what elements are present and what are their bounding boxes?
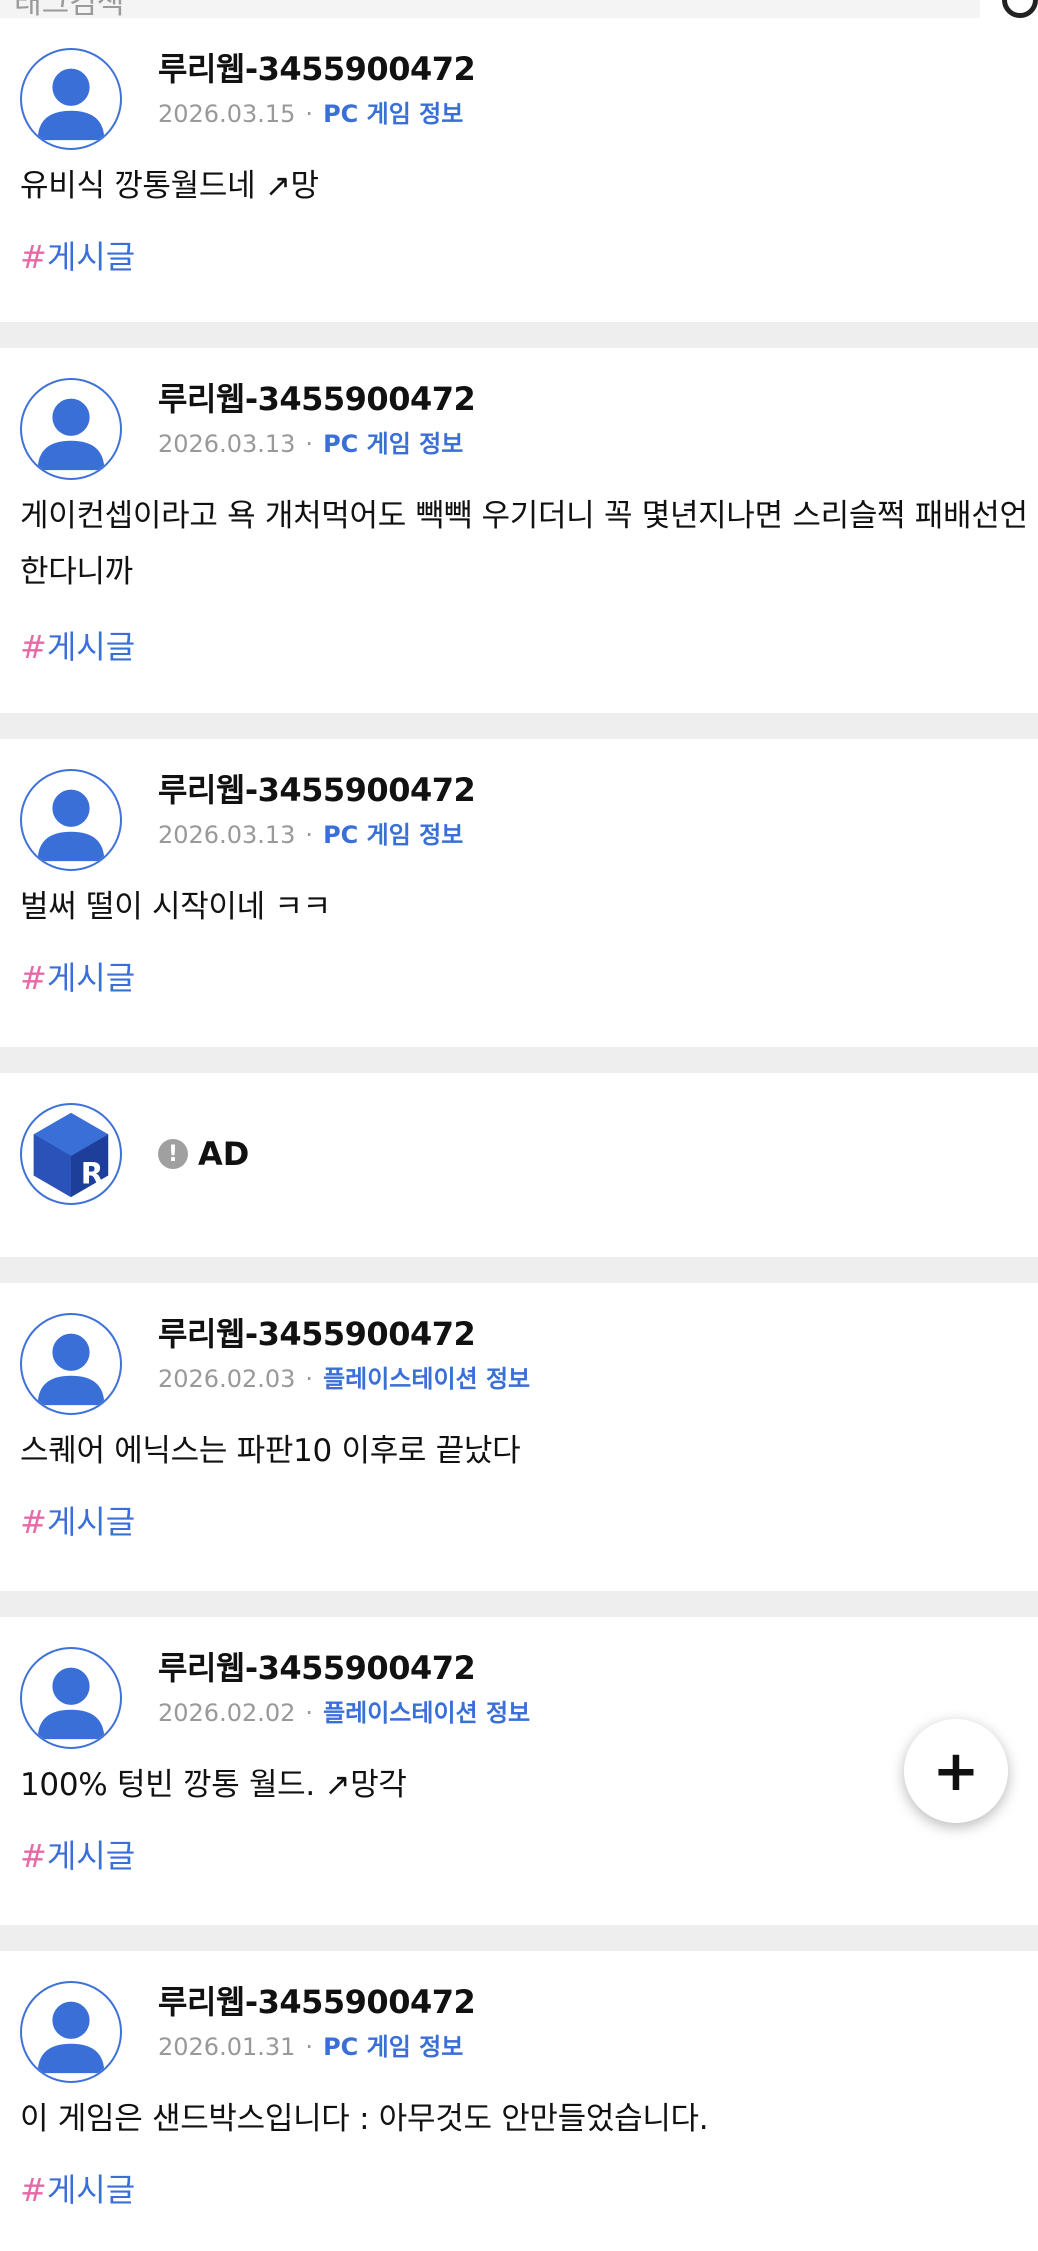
ad-label: AD — [198, 1135, 250, 1173]
post-meta: 2026.02.03 · 플레이스테이션 정보 — [158, 1359, 530, 1394]
post-tag[interactable]: #게시글 — [20, 2165, 135, 2211]
post-item[interactable]: 루리웹-3455900472 2026.03.13 · PC 게임 정보 게이컨셉이… — [0, 348, 1038, 739]
avatar[interactable] — [20, 1313, 122, 1415]
avatar[interactable] — [20, 1647, 122, 1749]
top-search-strip[interactable]: 태그검색 — [0, 0, 980, 18]
ad-logo[interactable]: R — [20, 1103, 122, 1205]
hash-symbol: # — [20, 2171, 47, 2209]
ad-badge: ! AD — [158, 1135, 249, 1173]
post-feed: 루리웹-3455900472 2026.03.15 · PC 게임 정보 유비식 깡… — [0, 18, 1038, 2251]
hash-symbol: # — [20, 959, 47, 997]
post-tag-label: 게시글 — [46, 1503, 136, 1541]
plus-icon: + — [932, 1738, 980, 1804]
post-tag[interactable]: #게시글 — [20, 622, 135, 668]
post-meta: 2026.01.31 · PC 게임 정보 — [158, 2027, 463, 2062]
post-tag[interactable]: #게시글 — [20, 232, 135, 278]
meta-separator: · — [305, 1365, 314, 1393]
meta-separator: · — [305, 1699, 314, 1727]
user-avatar-icon — [37, 2001, 105, 2074]
post-date: 2026.03.13 — [158, 821, 296, 849]
post-date: 2026.03.13 — [158, 430, 296, 458]
top-search-text: 태그검색 — [14, 0, 125, 18]
post-body[interactable]: 게이컨셉이라고 욕 개처먹어도 빽빽 우기더니 꼭 몇년지나면 스리슬쩍 패배선… — [20, 488, 1034, 600]
post-category[interactable]: PC 게임 정보 — [323, 2033, 463, 2061]
post-tag-label: 게시글 — [46, 959, 136, 997]
post-author[interactable]: 루리웹-3455900472 — [158, 1309, 476, 1355]
hash-symbol: # — [20, 1503, 47, 1541]
search-icon[interactable] — [1002, 0, 1038, 18]
alert-icon: ! — [158, 1139, 188, 1169]
meta-separator: · — [305, 2033, 314, 2061]
post-category[interactable]: PC 게임 정보 — [323, 821, 463, 849]
post-tag[interactable]: #게시글 — [20, 1497, 135, 1543]
user-avatar-icon — [37, 789, 105, 862]
post-meta: 2026.02.02 · 플레이스테이션 정보 — [158, 1693, 530, 1728]
post-category[interactable]: PC 게임 정보 — [323, 100, 463, 128]
ad-logo-letter: R — [81, 1156, 104, 1190]
post-tag-label: 게시글 — [46, 2171, 136, 2209]
post-author[interactable]: 루리웹-3455900472 — [158, 1643, 476, 1689]
post-tag[interactable]: #게시글 — [20, 953, 135, 999]
meta-separator: · — [305, 430, 314, 458]
post-meta: 2026.03.13 · PC 게임 정보 — [158, 424, 463, 459]
post-item[interactable]: 루리웹-3455900472 2026.01.31 · PC 게임 정보 이 게임은… — [0, 1951, 1038, 2251]
meta-separator: · — [305, 100, 314, 128]
ad-cube-logo-icon: R — [33, 1112, 109, 1198]
post-meta: 2026.03.13 · PC 게임 정보 — [158, 815, 463, 850]
post-date: 2026.02.03 — [158, 1365, 296, 1393]
post-item[interactable]: 루리웹-3455900472 2026.02.03 · 플레이스테이션 정보 스퀘어… — [0, 1283, 1038, 1617]
post-item[interactable]: 루리웹-3455900472 2026.03.15 · PC 게임 정보 유비식 깡… — [0, 18, 1038, 348]
user-avatar-icon — [37, 398, 105, 471]
avatar[interactable] — [20, 1981, 122, 2083]
post-author[interactable]: 루리웹-3455900472 — [158, 1977, 476, 2023]
hash-symbol: # — [20, 238, 47, 276]
hash-symbol: # — [20, 628, 47, 666]
post-author[interactable]: 루리웹-3455900472 — [158, 44, 476, 90]
user-avatar-icon — [37, 1667, 105, 1740]
post-body[interactable]: 벌써 떨이 시작이네 ㅋㅋ — [20, 879, 1034, 935]
post-date: 2026.01.31 — [158, 2033, 296, 2061]
user-avatar-icon — [37, 68, 105, 141]
post-author[interactable]: 루리웹-3455900472 — [158, 765, 476, 811]
avatar[interactable] — [20, 48, 122, 150]
post-author[interactable]: 루리웹-3455900472 — [158, 374, 476, 420]
post-category[interactable]: PC 게임 정보 — [323, 430, 463, 458]
post-item[interactable]: 루리웹-3455900472 2026.02.02 · 플레이스테이션 정보 100… — [0, 1617, 1038, 1951]
post-date: 2026.03.15 — [158, 100, 296, 128]
avatar[interactable] — [20, 769, 122, 871]
post-body[interactable]: 100% 텅빈 깡통 월드. ↗망각 — [20, 1757, 1034, 1813]
post-category[interactable]: 플레이스테이션 정보 — [323, 1365, 530, 1393]
post-body[interactable]: 스퀘어 에닉스는 파판10 이후로 끝났다 — [20, 1423, 1034, 1479]
post-body[interactable]: 유비식 깡통월드네 ↗망 — [20, 158, 1034, 214]
post-date: 2026.02.02 — [158, 1699, 296, 1727]
post-body[interactable]: 이 게임은 샌드박스입니다 : 아무것도 안만들었습니다. — [20, 2091, 1034, 2147]
post-tag-label: 게시글 — [46, 1837, 136, 1875]
post-category[interactable]: 플레이스테이션 정보 — [323, 1699, 530, 1727]
ad-item[interactable]: R ! AD — [0, 1073, 1038, 1283]
user-avatar-icon — [37, 1333, 105, 1406]
avatar[interactable] — [20, 378, 122, 480]
post-meta: 2026.03.15 · PC 게임 정보 — [158, 94, 463, 129]
write-post-button[interactable]: + — [904, 1719, 1008, 1823]
post-tag-label: 게시글 — [46, 238, 136, 276]
hash-symbol: # — [20, 1837, 47, 1875]
meta-separator: · — [305, 821, 314, 849]
post-tag-label: 게시글 — [46, 628, 136, 666]
post-item[interactable]: 루리웹-3455900472 2026.03.13 · PC 게임 정보 벌써 떨이… — [0, 739, 1038, 1073]
post-tag[interactable]: #게시글 — [20, 1831, 135, 1877]
